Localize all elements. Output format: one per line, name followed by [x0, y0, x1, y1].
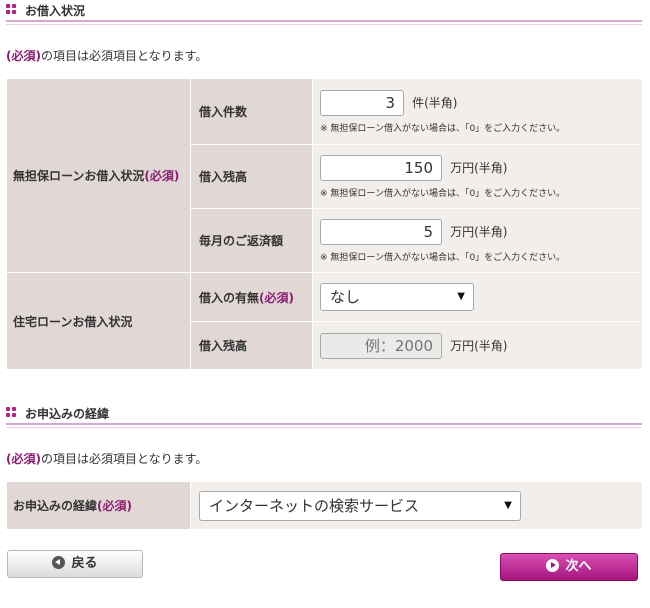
required-note-text: の項目は必須項目となります。 — [40, 49, 208, 63]
housing-loan-select[interactable]: なし ▼ — [320, 283, 474, 311]
section-header-application-route: お申込みの経緯 — [6, 403, 642, 428]
arrow-left-icon — [52, 556, 66, 569]
dropdown-caret-icon: ▼ — [504, 499, 512, 511]
required-mark: (必須) — [97, 499, 132, 513]
value-loan-count: 件(半角) ※ 無担保ローン借入がない場合は、「0」をご入力ください。 — [312, 78, 643, 145]
unit-label: 万円(半角) — [450, 339, 508, 353]
borrowing-form-table: 無担保ローンお借入状況(必須) 借入件数 件(半角) ※ 無担保ローン借入がない… — [6, 78, 643, 370]
arrow-right-icon — [546, 559, 560, 572]
value-monthly-repayment: 万円(半角) ※ 無担保ローン借入がない場合は、「0」をご入力ください。 — [312, 208, 643, 273]
section-title: お借入状況 — [25, 4, 86, 18]
required-note: (必須)の項目は必須項目となります。 — [6, 450, 207, 467]
required-mark: (必須) — [259, 290, 294, 305]
unit-label: 件(半角) — [412, 96, 458, 110]
label-has-housing-loan: 借入の有無(必須) — [190, 272, 313, 322]
value-has-housing-loan: なし ▼ — [312, 272, 643, 322]
label-text: 借入残高 — [199, 170, 248, 184]
value-housing-balance: 万円(半角) — [312, 321, 643, 370]
label-application-route: お申込みの経緯(必須) — [6, 481, 191, 530]
section-title: お申込みの経緯 — [25, 407, 110, 421]
label-text: 借入残高 — [199, 339, 248, 353]
category-housing: 住宅ローンお借入状況 — [6, 272, 191, 370]
required-mark: (必須) — [6, 49, 41, 63]
required-mark: (必須) — [144, 169, 180, 183]
unit-label: 万円(半角) — [450, 225, 508, 239]
next-button[interactable]: 次へ — [500, 553, 638, 581]
section-header-borrowing: お借入状況 — [6, 0, 642, 25]
hint-text: ※ 無担保ローン借入がない場合は、「0」をご入力ください。 — [320, 252, 566, 263]
label-text: 借入の有無 — [199, 290, 260, 305]
required-note-text: の項目は必須項目となります。 — [40, 452, 208, 466]
label-text: 借入件数 — [199, 105, 248, 119]
label-loan-count: 借入件数 — [190, 78, 313, 145]
back-button[interactable]: 戻る — [7, 550, 143, 578]
label-text: 毎月のご返済額 — [199, 234, 284, 248]
dots-icon — [6, 407, 18, 419]
required-mark: (必須) — [6, 452, 41, 466]
label-loan-balance: 借入残高 — [190, 144, 313, 209]
label-text: お申込みの経緯 — [13, 499, 98, 513]
selected-value: インターネットの検索サービス — [209, 496, 420, 515]
loan-balance-input[interactable] — [320, 154, 442, 181]
category-housing-label: 住宅ローンお借入状況 — [13, 314, 133, 329]
application-route-table: お申込みの経緯(必須) インターネットの検索サービス ▼ — [6, 481, 643, 530]
loan-count-input[interactable] — [320, 89, 404, 116]
hint-text: ※ 無担保ローン借入がない場合は、「0」をご入力ください。 — [320, 123, 566, 134]
housing-balance-input[interactable] — [320, 332, 442, 359]
label-housing-balance: 借入残高 — [190, 321, 313, 370]
value-application-route: インターネットの検索サービス ▼ — [190, 481, 643, 530]
application-route-select[interactable]: インターネットの検索サービス ▼ — [199, 490, 521, 521]
next-label: 次へ — [565, 559, 592, 574]
selected-value: なし — [330, 288, 361, 306]
back-label: 戻る — [71, 556, 98, 571]
unit-label: 万円(半角) — [450, 161, 508, 175]
dots-icon — [6, 4, 18, 16]
required-note: (必須)の項目は必須項目となります。 — [6, 47, 207, 64]
dropdown-caret-icon: ▼ — [457, 291, 465, 302]
hint-text: ※ 無担保ローン借入がない場合は、「0」をご入力ください。 — [320, 188, 566, 199]
label-monthly-repayment: 毎月のご返済額 — [190, 208, 313, 273]
value-loan-balance: 万円(半角) ※ 無担保ローン借入がない場合は、「0」をご入力ください。 — [312, 144, 643, 209]
category-unsecured-label: 無担保ローンお借入状況 — [13, 169, 145, 183]
monthly-repayment-input[interactable] — [320, 218, 442, 245]
category-unsecured: 無担保ローンお借入状況(必須) — [6, 78, 191, 273]
